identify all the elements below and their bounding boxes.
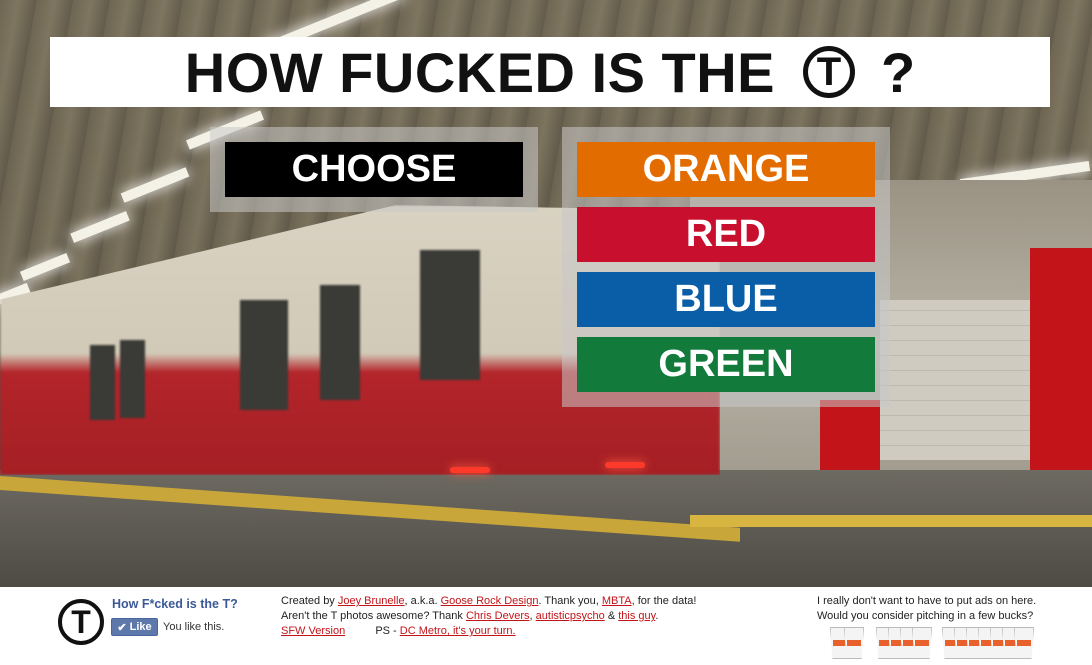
credits-text: PS - [375,625,397,637]
donate-coffee-buttons [830,627,1040,663]
thumbs-up-icon: ✔ [117,621,127,634]
credits: Created by Joey Brunelle, a.k.a. Goose R… [281,594,696,639]
coffee-cup-icon[interactable] [912,627,932,659]
credits-text: , [529,610,533,622]
blue-line-button[interactable]: BLUE [577,272,875,327]
credits-text: , a.k.a. [404,595,438,607]
credits-text: & [607,610,616,622]
green-line-button[interactable]: GREEN [577,337,875,392]
orange-line-button[interactable]: ORANGE [577,142,875,197]
photographer-link-1[interactable]: Chris Devers [466,610,530,622]
sfw-version-link[interactable]: SFW Version [281,625,345,637]
donate-line-1: I really don't want to have to put ads o… [817,595,1037,607]
line-selector: ORANGE RED BLUE GREEN [562,127,890,407]
mbta-link[interactable]: MBTA [602,595,632,607]
like-label: Like [129,621,152,633]
coffee-cup-icon[interactable] [1014,627,1034,659]
choose-label: CHOOSE [225,142,523,197]
credits-text: . [655,610,659,622]
photographer-link-3[interactable]: this guy [618,610,655,622]
dc-metro-link[interactable]: DC Metro, it's your turn. [400,625,516,637]
photographer-link-2[interactable]: autisticpsycho [536,610,605,622]
page-title: HOW FUCKED IS THE [184,40,776,104]
t-logo-icon[interactable]: T [58,599,104,645]
facebook-page-link[interactable]: How F*cked is the T? [112,597,238,611]
coffee-cup-icon[interactable] [844,627,864,659]
footer: T How F*cked is the T? ✔ Like You like t… [0,587,1092,665]
credits-text: . Thank you, [538,595,599,607]
train-window [90,345,115,420]
title-banner: HOW FUCKED IS THE T ? [50,37,1050,107]
train-light [450,467,490,473]
facebook-like-status: You like this. [163,621,225,633]
red-line-button[interactable]: RED [577,207,875,262]
credits-text: Aren't the T photos awesome? Thank [281,610,463,622]
credits-text: , for the data! [631,595,697,607]
train-light [605,462,645,468]
title-question-mark: ? [881,40,916,104]
credits-text: Created by [281,595,335,607]
train-window [320,285,360,400]
choose-panel: CHOOSE [210,127,538,212]
donate-message: I really don't want to have to put ads o… [817,594,1036,624]
author-link[interactable]: Joey Brunelle [338,595,405,607]
facebook-like-button[interactable]: ✔ Like [111,618,158,636]
train-window [120,340,145,418]
platform-edge-strip [690,515,1092,527]
train-window [240,300,288,410]
studio-link[interactable]: Goose Rock Design [441,595,539,607]
donate-line-2: Would you consider pitching in a few buc… [817,610,1034,622]
t-logo-icon: T [803,46,856,98]
train-window [420,250,480,380]
